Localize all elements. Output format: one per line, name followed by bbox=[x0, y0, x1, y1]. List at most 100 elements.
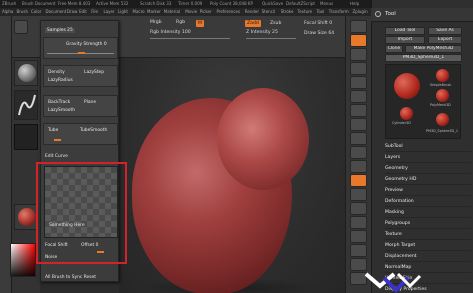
load-tool-button[interactable]: Load Tool bbox=[385, 27, 425, 35]
menu-item-texture[interactable]: Texture bbox=[298, 9, 313, 14]
tool-section-displacement[interactable]: Displacement bbox=[385, 252, 471, 262]
clone-button[interactable]: Clone bbox=[385, 45, 403, 53]
canvas-viewport[interactable] bbox=[119, 58, 345, 293]
help-button[interactable]: Help bbox=[350, 1, 359, 6]
right-shelf-button[interactable] bbox=[350, 62, 367, 75]
import-button[interactable]: Import bbox=[385, 36, 425, 44]
focal-shift-slider[interactable]: Focal Shift 0 bbox=[304, 21, 332, 26]
zsub-toggle[interactable]: Zsub bbox=[270, 21, 281, 26]
z-intensity-slider[interactable]: Z Intensity 25 bbox=[246, 30, 278, 35]
save-as-button[interactable]: Save As bbox=[428, 27, 462, 35]
menu-item-stroke[interactable]: Stroke bbox=[281, 9, 294, 14]
right-shelf-button[interactable] bbox=[350, 230, 367, 243]
tool-palette-header[interactable]: Tool bbox=[371, 8, 473, 22]
menu-item-transform[interactable]: Transform bbox=[329, 9, 349, 14]
script-label[interactable]: DefaultZScript bbox=[286, 1, 315, 6]
tool-section-geometry[interactable]: Geometry bbox=[385, 164, 471, 174]
menu-item-edit[interactable]: Edit bbox=[79, 9, 87, 14]
menu-item-material[interactable]: Material bbox=[164, 9, 180, 14]
right-shelf-button[interactable] bbox=[350, 174, 367, 187]
sync-reset-button[interactable]: All Brush to Sync Reset bbox=[45, 275, 96, 280]
tool-section-texture[interactable]: Texture bbox=[385, 230, 471, 240]
right-shelf-button[interactable] bbox=[350, 188, 367, 201]
menu-item-document[interactable]: Document bbox=[46, 9, 67, 14]
menu-item-alpha[interactable]: Alpha bbox=[2, 9, 13, 14]
plane-label: Plane bbox=[84, 100, 97, 105]
menus-toggle[interactable]: Menus bbox=[320, 1, 333, 6]
menu-item-color[interactable]: Color bbox=[31, 9, 41, 14]
tool-section-preview[interactable]: Preview bbox=[385, 186, 471, 196]
rgb-toggle[interactable]: Rgb bbox=[176, 20, 185, 25]
tool-section-geometry-hd[interactable]: Geometry HD bbox=[385, 175, 471, 185]
tool-thumbnail[interactable] bbox=[400, 107, 413, 120]
tool-section-layers[interactable]: Layers bbox=[385, 153, 471, 163]
right-shelf-button[interactable] bbox=[350, 258, 367, 271]
make-polymesh-button[interactable]: Make PolyMesh3D bbox=[405, 45, 462, 53]
z-intensity-track[interactable] bbox=[246, 38, 296, 39]
right-shelf-button[interactable] bbox=[350, 34, 367, 47]
m-toggle[interactable]: M bbox=[196, 20, 204, 27]
tool-thumbnail-active[interactable] bbox=[394, 73, 420, 99]
right-shelf bbox=[345, 16, 371, 293]
material-thumbnail[interactable] bbox=[14, 204, 38, 230]
menu-item-file[interactable]: File bbox=[91, 9, 98, 14]
stroke-thumbnail[interactable] bbox=[14, 90, 38, 120]
menu-item-light[interactable]: Light bbox=[118, 9, 128, 14]
quick-save-button[interactable]: QuickSave bbox=[262, 1, 283, 6]
gravity-knob[interactable] bbox=[78, 52, 85, 54]
zadd-toggle[interactable]: Zadd bbox=[245, 20, 261, 27]
alpha-thumbnail[interactable] bbox=[14, 124, 38, 150]
tool-thumbnail-label: Cylinder3D bbox=[392, 121, 411, 125]
right-shelf-button[interactable] bbox=[350, 48, 367, 61]
pin-icon[interactable] bbox=[375, 11, 381, 17]
menu-item-layer[interactable]: Layer bbox=[104, 9, 115, 14]
menu-item-preferences[interactable]: Preferences bbox=[217, 9, 241, 14]
tool-section-polygroups[interactable]: Polygroups bbox=[385, 219, 471, 229]
right-shelf-button[interactable] bbox=[350, 118, 367, 131]
draw-size-slider[interactable]: Draw Size 64 bbox=[304, 31, 334, 36]
mrgb-toggle[interactable]: Mrgb bbox=[150, 20, 162, 25]
tool-thumbnail[interactable] bbox=[436, 69, 449, 82]
right-shelf-button[interactable] bbox=[350, 76, 367, 89]
right-shelf-button[interactable] bbox=[350, 216, 367, 229]
menu-item-draw[interactable]: Draw bbox=[67, 9, 77, 14]
right-shelf-button[interactable] bbox=[350, 202, 367, 215]
sculpt-model-bump[interactable] bbox=[217, 88, 309, 190]
gravity-row[interactable]: Gravity Strength 0 bbox=[43, 37, 118, 59]
tool-section-deformation[interactable]: Deformation bbox=[385, 197, 471, 207]
rgb-intensity-track[interactable] bbox=[150, 38, 230, 39]
right-shelf-button[interactable] bbox=[350, 20, 367, 33]
tube-row[interactable]: Tube TubeSmooth bbox=[43, 123, 118, 145]
tool-thumbnail[interactable] bbox=[436, 113, 449, 126]
samples-slider[interactable]: Samples 25 bbox=[45, 28, 75, 33]
tool-section-morph-target[interactable]: Morph Target bbox=[385, 241, 471, 251]
density-row[interactable]: Density LazyStep LazyRadius bbox=[43, 65, 118, 87]
right-shelf-button[interactable] bbox=[350, 160, 367, 173]
projection-master-button[interactable] bbox=[14, 20, 28, 34]
tool-section-masking[interactable]: Masking bbox=[385, 208, 471, 218]
export-button[interactable]: Export bbox=[428, 36, 462, 44]
right-shelf-button[interactable] bbox=[350, 104, 367, 117]
tool-section-subtool[interactable]: SubTool bbox=[385, 142, 471, 152]
tube-knob[interactable] bbox=[54, 139, 61, 141]
menu-item-stencil[interactable]: Stencil bbox=[262, 9, 276, 14]
menu-item-macro[interactable]: Macro bbox=[133, 9, 145, 14]
right-shelf-button[interactable] bbox=[350, 90, 367, 103]
rgb-intensity-slider[interactable]: Rgb Intensity 100 bbox=[150, 30, 191, 35]
menu-item-picker[interactable]: Picker bbox=[200, 9, 212, 14]
right-shelf-button[interactable] bbox=[350, 132, 367, 145]
current-tool-name[interactable]: PM3D_Sphere3D_1 bbox=[385, 54, 462, 62]
color-picker-icon[interactable] bbox=[10, 243, 36, 277]
brush-thumbnail[interactable] bbox=[14, 60, 38, 86]
menu-item-movie[interactable]: Movie bbox=[185, 9, 197, 14]
tool-thumbnail[interactable] bbox=[436, 89, 449, 102]
edit-curve-button[interactable]: Edit Curve bbox=[45, 154, 68, 159]
menu-item-tool[interactable]: Tool bbox=[317, 9, 325, 14]
menu-item-render[interactable]: Render bbox=[245, 9, 259, 14]
menu-item-marker[interactable]: Marker bbox=[147, 9, 161, 14]
menu-item-zplugin[interactable]: Zplugin bbox=[353, 9, 368, 14]
right-shelf-button[interactable] bbox=[350, 146, 367, 159]
right-shelf-button[interactable] bbox=[350, 244, 367, 257]
menu-item-brush[interactable]: Brush bbox=[17, 9, 29, 14]
backtrack-row[interactable]: BackTrack Plane LazySmooth bbox=[43, 95, 118, 117]
